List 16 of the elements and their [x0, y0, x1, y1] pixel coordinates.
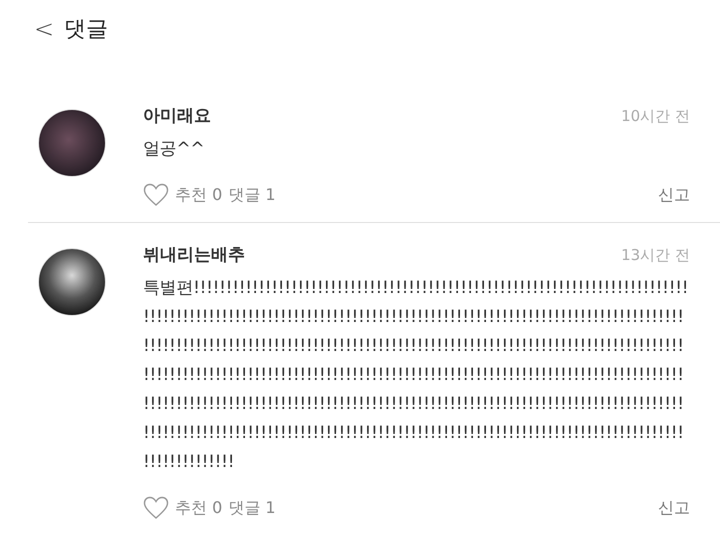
- reply-count[interactable]: 댓글 1: [228, 184, 276, 206]
- page-title: 댓글: [64, 16, 108, 44]
- comment-text: 특별편!!!!!!!!!!!!!!!!!!!!!!!!!!!!!!!!!!!!!!!!!!!!!!!!!!!!!!!!!!!!!!!!!!!!!!!!!!!!!!!!!!!!!!!!!!!!!!!!!!!!!!!!!!!!!!!!!!!!!!!!!!!!!!!!!!!!!!!!!!!!!!!!!!!!!!!!!!!!!!!!!!!!!!!!!!!!!!!!!!!!!!!!!!!!!!!!!!!!!!!!!!!!!!!!!!!!!!!!!!!!!!!!!!!!!!!!!!!!!!!!!!!!!!!!!!!!!!!!!!!!!!!!!!!!!!!!!!!!!!!!!!!!!!!!!!!!!!!!!!!!!!!!!!!!!!!!!!!!!!!!!!!!!!!!!!!!!!!!!!!!!!!!!!!!!!!!!!!!!!!!!!!!!!!!!!!!!!!!!!!!!!!!!!!!!!!!!!!!!!!!!!!!!!!!!!!!!!!!!!!!!!!!!!!!!!!!!!!!!!!!!!!!!!!!!!!!!!!!!!!!!!!!!!!!!!!!!!!!!!!!!!!!!!!!!!!!!!!!!!!!!!!!!: [143, 277, 690, 474]
- back-button[interactable]: <: [34, 15, 54, 43]
- author-name: 아미래요: [143, 105, 211, 127]
- report-link[interactable]: 신고: [658, 498, 690, 518]
- comment-time: 10시간 전: [621, 107, 690, 126]
- comment-text: 얼공^^: [143, 138, 206, 161]
- report-link[interactable]: 신고: [658, 184, 690, 206]
- like-count[interactable]: 추천 0: [175, 498, 222, 518]
- author-name: 뷔내리는배추: [143, 244, 245, 266]
- comment-time: 13시간 전: [621, 246, 690, 265]
- heart-icon[interactable]: [143, 496, 169, 520]
- like-count[interactable]: 추천 0: [175, 184, 222, 206]
- heart-icon[interactable]: [143, 183, 169, 207]
- reply-count[interactable]: 댓글 1: [228, 498, 276, 518]
